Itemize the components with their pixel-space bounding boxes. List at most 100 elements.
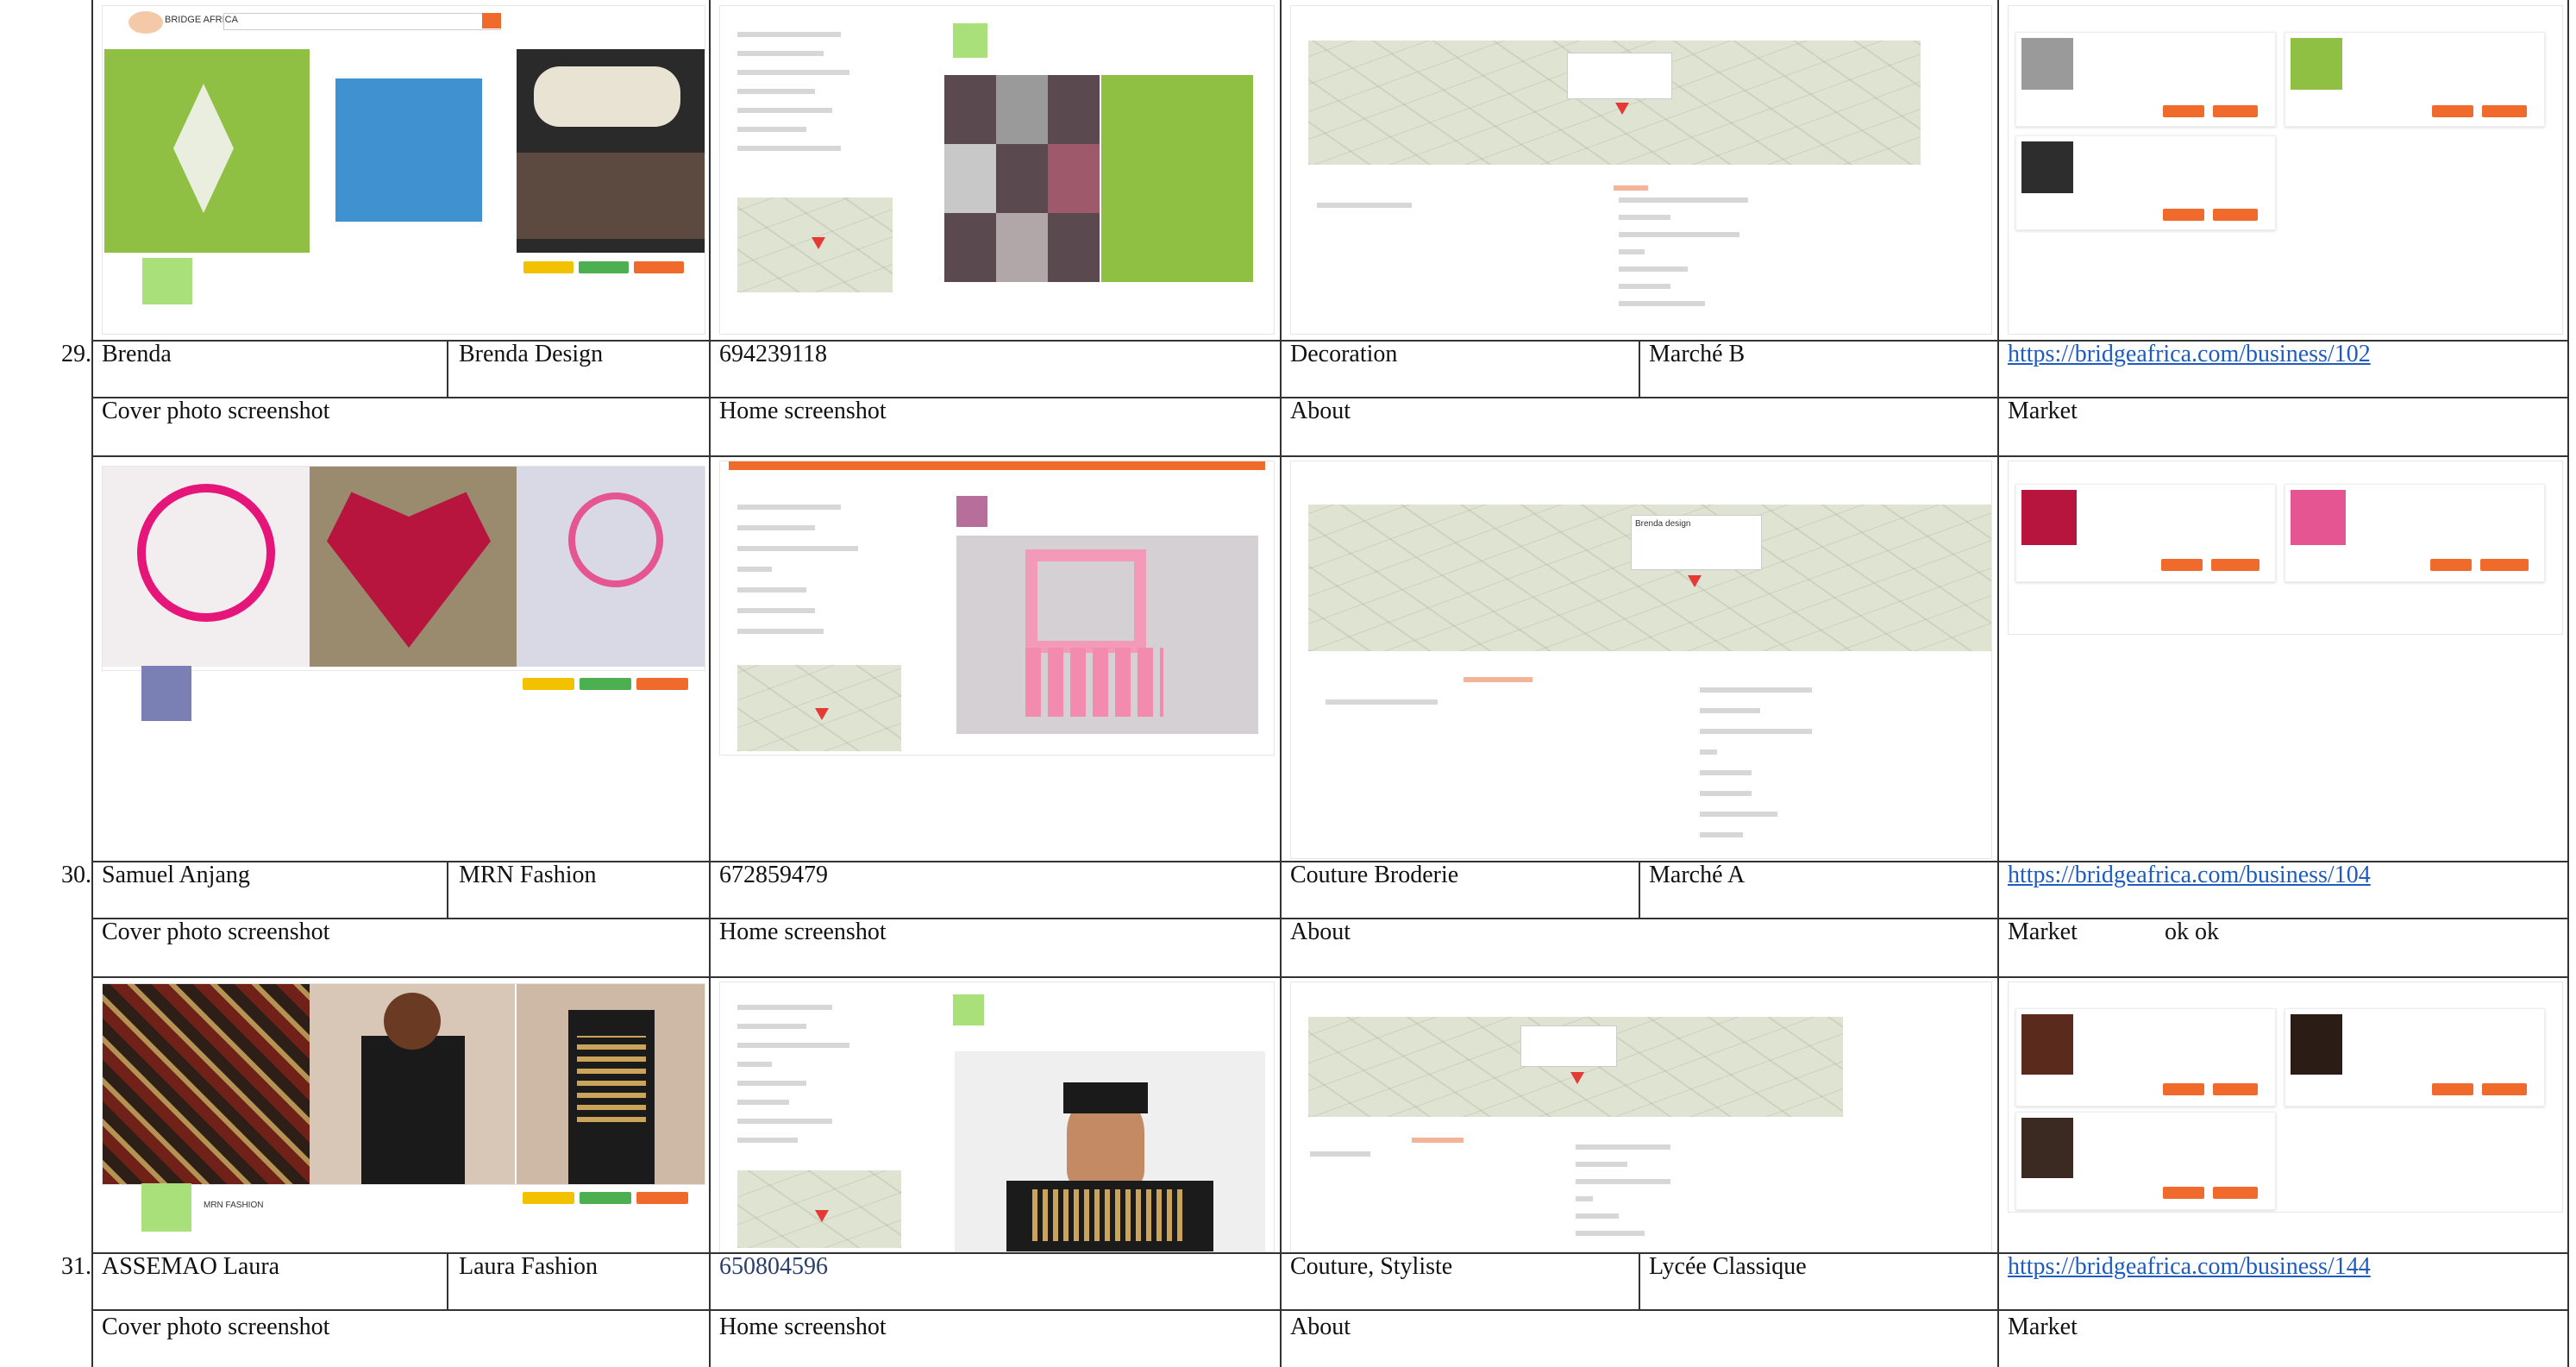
product-card[interactable]	[2015, 135, 2276, 230]
avatar	[953, 23, 987, 58]
home-label: Home screenshot	[719, 1314, 887, 1340]
cover-label: Cover photo screenshot	[102, 398, 330, 424]
product-card[interactable]	[2015, 1008, 2276, 1107]
business-table: BRIDGE AFRICA 29. Brenda Brenda Design 6…	[0, 0, 2576, 1367]
post-image	[955, 1051, 1265, 1251]
location: Lycée Classique	[1649, 1253, 1807, 1280]
follow-button[interactable]	[523, 1192, 574, 1204]
about-label: About	[1290, 398, 1351, 424]
col-rule	[1997, 0, 1999, 1367]
product-card[interactable]	[2015, 1112, 2276, 1210]
search-icon[interactable]	[482, 13, 501, 28]
cover-label: Cover photo screenshot	[102, 919, 330, 945]
map-pin-icon	[1688, 575, 1702, 587]
map: Brenda design	[1308, 505, 1991, 651]
post-image	[944, 75, 1100, 282]
row-rule	[91, 1309, 2569, 1311]
cover-image	[104, 49, 310, 253]
owner-name: Samuel Anjang	[102, 862, 250, 888]
phone-number: 650804596	[719, 1253, 828, 1280]
market-screenshot-row30	[2008, 981, 2563, 1213]
about-screenshot-row29: Brenda design	[1290, 461, 1992, 859]
cover-image	[103, 984, 310, 1184]
about-label: About	[1290, 919, 1351, 945]
map	[737, 665, 901, 751]
cover-image	[310, 467, 517, 667]
market-screenshot-row29	[2008, 461, 2563, 635]
product-card[interactable]	[2285, 1008, 2545, 1107]
row-rule	[91, 455, 2569, 457]
nav-bar	[729, 461, 1265, 470]
business-link[interactable]: https://bridgeafrica.com/business/144	[2008, 1252, 2371, 1282]
col-rule	[447, 1252, 448, 1309]
home-label: Home screenshot	[719, 919, 887, 945]
direction-button[interactable]	[636, 1192, 688, 1204]
product-card[interactable]	[2285, 32, 2545, 127]
search-input[interactable]	[223, 13, 501, 30]
business-name: Brenda Design	[459, 341, 604, 367]
business-link[interactable]: https://bridgeafrica.com/business/102	[2008, 340, 2371, 369]
cover-label: Cover photo screenshot	[102, 1314, 330, 1340]
follow-button[interactable]	[523, 678, 574, 690]
direction-button[interactable]	[636, 678, 688, 690]
product-card[interactable]	[2015, 32, 2276, 127]
row-number: 29.	[61, 341, 91, 367]
post-image	[956, 536, 1258, 734]
col-rule	[2567, 0, 2569, 1367]
about-screenshot-row30	[1290, 981, 1992, 1252]
cover-image	[335, 78, 482, 222]
review-note: ok ok	[2165, 919, 2219, 945]
owner-name: ASSEMAO Laura	[102, 1253, 280, 1280]
cover-image	[517, 49, 705, 253]
market-label: Market	[2008, 919, 2078, 945]
about-label: About	[1290, 1314, 1351, 1340]
cover-image	[103, 467, 310, 667]
col-rule	[1639, 1252, 1640, 1309]
map-pin-icon	[815, 1210, 829, 1222]
business-name: MRN Fashion	[459, 862, 597, 888]
logo-icon	[128, 11, 163, 34]
profile-name: MRN FASHION	[204, 1201, 264, 1210]
col-rule	[447, 340, 448, 397]
col-rule	[1639, 340, 1640, 397]
location: Marché A	[1649, 862, 1746, 888]
post-image	[1101, 75, 1253, 282]
cover-screenshot-row29	[102, 466, 705, 671]
business-name: Laura Fashion	[459, 1253, 598, 1280]
follow-button[interactable]	[523, 261, 573, 273]
home-label: Home screenshot	[719, 398, 887, 424]
about-screenshot-row28	[1290, 5, 1992, 335]
message-button[interactable]	[579, 261, 629, 273]
row-number: 30.	[61, 862, 91, 888]
product-card[interactable]	[2285, 484, 2545, 582]
avatar	[141, 1183, 191, 1232]
category: Couture, Styliste	[1290, 1253, 1453, 1280]
col-rule	[91, 0, 93, 1367]
direction-button[interactable]	[634, 261, 684, 273]
phone-number: 694239118	[719, 341, 827, 367]
map	[737, 1170, 901, 1248]
map	[1308, 41, 1921, 165]
market-screenshot-row28	[2008, 5, 2563, 335]
map	[1308, 1017, 1843, 1117]
home-screenshot-row30	[719, 981, 1275, 1252]
product-card[interactable]	[2015, 484, 2276, 582]
category: Decoration	[1290, 341, 1398, 367]
col-rule	[1639, 861, 1640, 918]
message-button[interactable]	[580, 1192, 631, 1204]
cover-image	[517, 984, 705, 1184]
market-label: Market	[2008, 398, 2078, 424]
home-screenshot-row29	[719, 461, 1275, 756]
cover-screenshot-row28: BRIDGE AFRICA	[102, 5, 705, 335]
cover-image	[310, 984, 515, 1184]
row-number: 31.	[61, 1253, 91, 1280]
cover-screenshot-row30	[102, 983, 705, 1185]
message-button[interactable]	[580, 678, 631, 690]
avatar	[956, 496, 987, 527]
business-link[interactable]: https://bridgeafrica.com/business/104	[2008, 861, 2371, 890]
map-callout: Brenda design	[1631, 515, 1762, 570]
col-rule	[447, 861, 448, 918]
row-rule	[91, 976, 2569, 978]
avatar	[141, 666, 191, 721]
location: Marché B	[1649, 341, 1746, 367]
